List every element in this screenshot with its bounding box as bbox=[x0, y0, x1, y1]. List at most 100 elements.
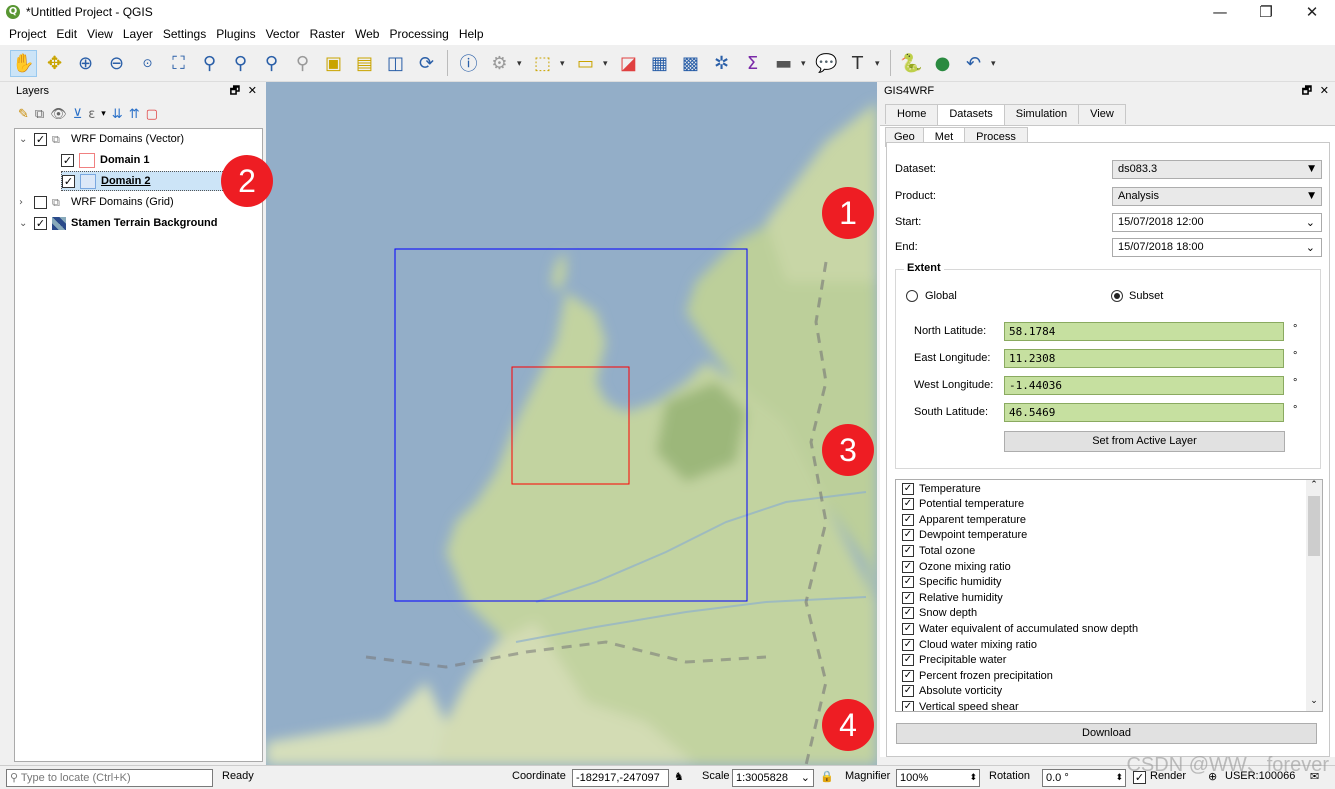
attribute-table-icon[interactable]: ▦ bbox=[646, 50, 673, 77]
global-radio[interactable] bbox=[906, 290, 918, 302]
variable-checkbox[interactable]: ✓ bbox=[902, 529, 914, 542]
show-bookmarks-icon[interactable]: ▤ bbox=[351, 50, 378, 77]
menu-edit[interactable]: Edit bbox=[51, 26, 82, 45]
list-item[interactable]: ✓ Dewpoint temperature bbox=[902, 528, 1027, 543]
spin-icon[interactable]: ⬍ bbox=[1115, 770, 1123, 786]
list-item[interactable]: ✓ Snow depth bbox=[902, 606, 977, 621]
locate-input[interactable]: ⚲ Type to locate (Ctrl+K) bbox=[6, 769, 213, 787]
zoom-out-icon[interactable]: ⊖ bbox=[103, 50, 130, 77]
list-item[interactable]: ✓ Percent frozen precipitation bbox=[902, 668, 1053, 683]
layer-checkbox[interactable]: ✓ bbox=[62, 174, 75, 188]
tab-view[interactable]: View bbox=[1078, 104, 1126, 124]
menu-layer[interactable]: Layer bbox=[118, 26, 158, 45]
sum-icon[interactable]: Σ bbox=[739, 50, 766, 77]
west-longitude-input[interactable]: -1.44036 bbox=[1004, 376, 1284, 395]
plugin-globe-icon[interactable]: ● bbox=[929, 50, 956, 77]
end-datetime[interactable]: 15/07/2018 18:00 ⌄ bbox=[1112, 238, 1322, 257]
chevron-right-icon[interactable]: › bbox=[19, 197, 29, 208]
python-icon[interactable]: 🐍 bbox=[898, 50, 925, 77]
zoom-in-icon[interactable]: ⊕ bbox=[72, 50, 99, 77]
list-item[interactable]: ✓ Ozone mixing ratio bbox=[902, 559, 1011, 574]
variable-checkbox[interactable]: ✓ bbox=[902, 544, 914, 557]
subset-radio[interactable] bbox=[1111, 290, 1123, 302]
identify-icon[interactable]: ⓘ bbox=[455, 50, 482, 77]
list-item[interactable]: ✓ Vertical speed shear bbox=[902, 699, 1019, 711]
variable-checkbox[interactable]: ✓ bbox=[902, 576, 914, 589]
variable-checkbox[interactable]: ✓ bbox=[902, 654, 914, 667]
variable-checkbox[interactable]: ✓ bbox=[902, 482, 914, 495]
zoom-to-selection-icon[interactable]: ⚲ bbox=[196, 50, 223, 77]
attribute-select-icon[interactable]: ▭ bbox=[572, 50, 599, 77]
pan-icon[interactable]: ✋ bbox=[10, 49, 37, 77]
tab-simulation[interactable]: Simulation bbox=[1003, 104, 1080, 124]
scroll-thumb[interactable] bbox=[1308, 496, 1320, 556]
mouse-icon[interactable]: ♞ bbox=[674, 770, 684, 783]
map-canvas[interactable] bbox=[266, 82, 877, 765]
menu-vector[interactable]: Vector bbox=[261, 26, 305, 45]
variable-checkbox[interactable]: ✓ bbox=[902, 622, 914, 635]
rotation-spinbox[interactable]: 0.0 ° ⬍ bbox=[1042, 769, 1126, 787]
layer-item[interactable]: ⌄ ✓ Stamen Terrain Background bbox=[19, 213, 218, 233]
maximize-button[interactable]: ❐ bbox=[1243, 0, 1289, 26]
variable-checkbox[interactable]: ✓ bbox=[902, 498, 914, 511]
list-item[interactable]: ✓ Absolute vorticity bbox=[902, 684, 1002, 699]
list-item[interactable]: ✓ Specific humidity bbox=[902, 575, 1002, 590]
refresh-icon[interactable]: ⟳ bbox=[413, 50, 440, 77]
zoom-full-icon[interactable]: ⛶ bbox=[165, 50, 192, 77]
dataset-select[interactable]: ds083.3 ▼ bbox=[1112, 160, 1322, 179]
action-dropdown-icon[interactable]: ▾ bbox=[517, 58, 525, 69]
tab-home[interactable]: Home bbox=[885, 104, 939, 124]
collapse-all-icon[interactable]: ⇈ bbox=[129, 107, 140, 122]
undo-dropdown-icon[interactable]: ▾ bbox=[991, 58, 999, 69]
text-annotation-icon[interactable]: T bbox=[844, 50, 871, 77]
layer-item[interactable]: › ⧉ WRF Domains (Grid) bbox=[19, 192, 174, 212]
zoom-last-icon[interactable]: ⚲ bbox=[258, 50, 285, 77]
menu-web[interactable]: Web bbox=[350, 26, 384, 45]
list-item[interactable]: ✓ Precipitable water bbox=[902, 653, 1006, 668]
temporal-icon[interactable]: ◫ bbox=[382, 50, 409, 77]
layer-item[interactable]: ⌄ ✓ ⧉ WRF Domains (Vector) bbox=[19, 129, 184, 149]
variable-checkbox[interactable]: ✓ bbox=[902, 607, 914, 620]
layer-checkbox[interactable]: ✓ bbox=[34, 132, 47, 146]
scroll-up-icon[interactable]: ⌃ bbox=[1306, 480, 1322, 494]
layer-item-selected[interactable]: ✓ Domain 2 bbox=[61, 171, 227, 191]
float-icon[interactable]: 🗗 bbox=[230, 84, 240, 97]
visibility-icon[interactable]: 👁 bbox=[50, 107, 67, 122]
menu-help[interactable]: Help bbox=[454, 26, 489, 45]
add-group-icon[interactable]: ⧉ bbox=[35, 107, 44, 122]
variable-checkbox[interactable]: ✓ bbox=[902, 700, 914, 711]
list-item[interactable]: ✓ Temperature bbox=[902, 481, 981, 496]
menu-settings[interactable]: Settings bbox=[158, 26, 211, 45]
variable-checkbox[interactable]: ✓ bbox=[902, 591, 914, 604]
action-icon[interactable]: ⚙ bbox=[486, 50, 513, 77]
variable-checkbox[interactable]: ✓ bbox=[902, 685, 914, 698]
list-item[interactable]: ✓ Relative humidity bbox=[902, 590, 1003, 605]
expand-all-icon[interactable]: ⇊ bbox=[112, 107, 123, 122]
close-button[interactable]: ✕ bbox=[1289, 0, 1335, 26]
new-bookmark-icon[interactable]: ▣ bbox=[320, 50, 347, 77]
list-item[interactable]: ✓ Cloud water mixing ratio bbox=[902, 637, 1037, 652]
layer-checkbox[interactable] bbox=[34, 195, 47, 209]
east-longitude-input[interactable]: 11.2308 bbox=[1004, 349, 1284, 368]
menu-view[interactable]: View bbox=[82, 26, 118, 45]
scroll-down-icon[interactable]: ⌄ bbox=[1306, 696, 1322, 710]
menu-raster[interactable]: Raster bbox=[305, 26, 350, 45]
layer-item[interactable]: ✓ Domain 1 bbox=[61, 150, 150, 170]
float-icon[interactable]: 🗗 bbox=[1302, 84, 1312, 97]
download-button[interactable]: Download bbox=[896, 723, 1317, 744]
attribute-select-dropdown-icon[interactable]: ▾ bbox=[603, 58, 611, 69]
menu-project[interactable]: Project bbox=[4, 26, 51, 45]
scale-select[interactable]: 1:3005828 ⌄ bbox=[732, 769, 814, 787]
list-item[interactable]: ✓ Apparent temperature bbox=[902, 512, 1026, 527]
list-item[interactable]: ✓ Water equivalent of accumulated snow de… bbox=[902, 621, 1138, 636]
menu-processing[interactable]: Processing bbox=[384, 26, 453, 45]
close-icon[interactable]: ✕ bbox=[248, 84, 257, 97]
pan-to-selection-icon[interactable]: ✥ bbox=[41, 50, 68, 77]
deselect-icon[interactable]: ◪ bbox=[615, 50, 642, 77]
statistics-icon[interactable]: ✲ bbox=[708, 50, 735, 77]
filter-icon[interactable]: ⊻ bbox=[73, 107, 83, 122]
style-icon[interactable]: ✎ bbox=[18, 107, 29, 122]
variable-checkbox[interactable]: ✓ bbox=[902, 513, 914, 526]
south-latitude-input[interactable]: 46.5469 bbox=[1004, 403, 1284, 422]
field-calculator-icon[interactable]: ▩ bbox=[677, 50, 704, 77]
